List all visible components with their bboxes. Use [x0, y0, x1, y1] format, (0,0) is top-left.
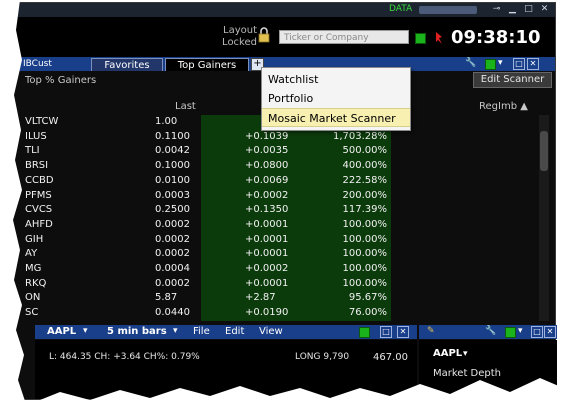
torn-edge-overlay [0, 0, 568, 404]
